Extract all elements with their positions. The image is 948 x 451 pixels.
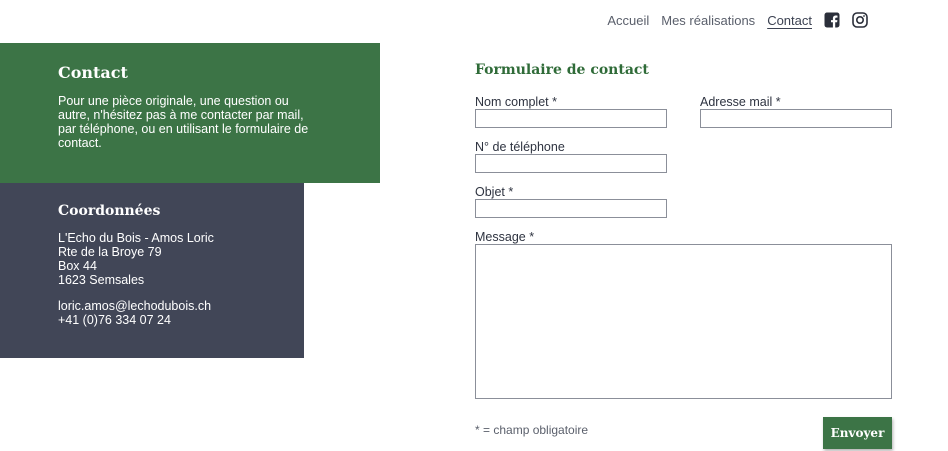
main-nav: Accueil Mes réalisations Contact — [595, 11, 868, 29]
required-note: * = champ obligatoire — [475, 423, 589, 437]
phone-field[interactable] — [475, 154, 667, 173]
subject-field-group: Objet * — [475, 185, 667, 218]
message-label: Message * — [475, 230, 535, 244]
email-field-group: Adresse mail * — [700, 95, 892, 128]
name-field[interactable] — [475, 109, 667, 128]
phone-text[interactable]: +41 (0)76 334 07 24 — [58, 313, 304, 327]
name-label: Nom complet * — [475, 95, 557, 109]
address-line: L'Echo du Bois - Amos Loric — [58, 231, 214, 245]
contact-form: Formulaire de contact — [475, 62, 893, 91]
address-line: 1623 Semsales — [58, 273, 145, 287]
nav-link-realisations[interactable]: Mes réalisations — [661, 13, 755, 28]
address-block: L'Echo du Bois - Amos Loric Rte de la Br… — [58, 231, 304, 327]
message-field-group: Message * — [475, 230, 892, 399]
subject-field[interactable] — [475, 199, 667, 218]
instagram-icon[interactable] — [852, 12, 868, 28]
nav-link-accueil[interactable]: Accueil — [607, 13, 649, 28]
coordinates-title: Coordonnées — [58, 203, 161, 219]
intro-panel: Contact Pour une pièce originale, une qu… — [0, 43, 380, 183]
phone-field-group: N° de téléphone — [475, 140, 667, 173]
address-line: Rte de la Broye 79 — [58, 245, 162, 259]
email-field[interactable] — [700, 109, 892, 128]
intro-text: Pour une pièce originale, une question o… — [58, 94, 309, 150]
subject-label: Objet * — [475, 185, 514, 199]
form-title: Formulaire de contact — [475, 62, 649, 78]
email-label: Adresse mail * — [700, 95, 781, 109]
facebook-icon[interactable] — [824, 12, 840, 28]
name-field-group: Nom complet * — [475, 95, 667, 128]
email-text[interactable]: loric.amos@lechodubois.ch — [58, 299, 304, 313]
nav-link-contact[interactable]: Contact — [767, 13, 812, 28]
coordinates-panel: Coordonnées L'Echo du Bois - Amos Loric … — [0, 183, 304, 358]
intro-title: Contact — [58, 63, 128, 82]
message-textarea[interactable] — [475, 244, 892, 399]
address-line: Box 44 — [58, 259, 97, 273]
phone-label: N° de téléphone — [475, 140, 565, 154]
submit-button[interactable]: Envoyer — [823, 417, 892, 449]
